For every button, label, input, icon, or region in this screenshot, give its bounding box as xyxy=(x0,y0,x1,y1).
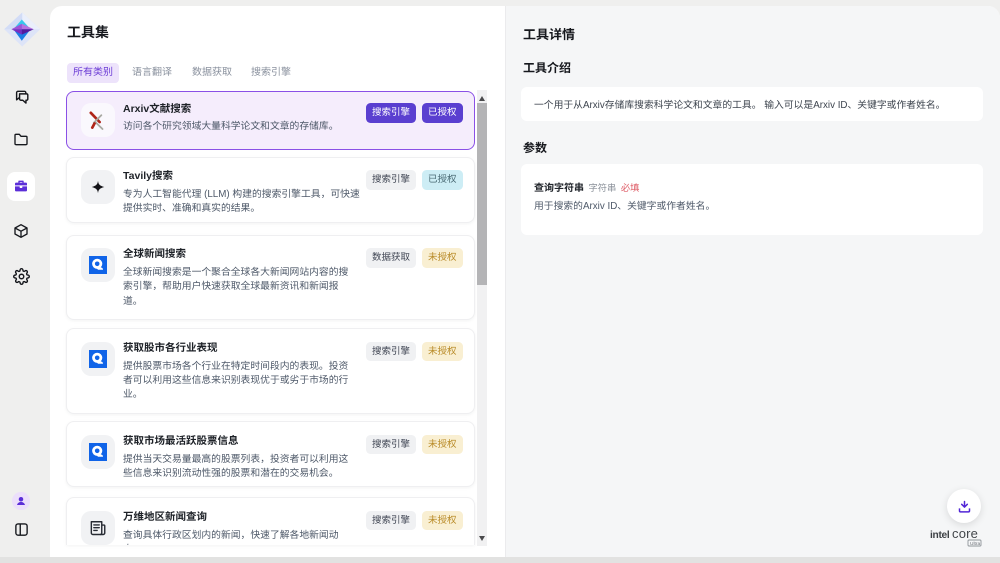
svg-text:Ultra: Ultra xyxy=(970,541,980,547)
svg-text:core: core xyxy=(952,526,978,541)
svg-text:intel: intel xyxy=(930,530,950,541)
